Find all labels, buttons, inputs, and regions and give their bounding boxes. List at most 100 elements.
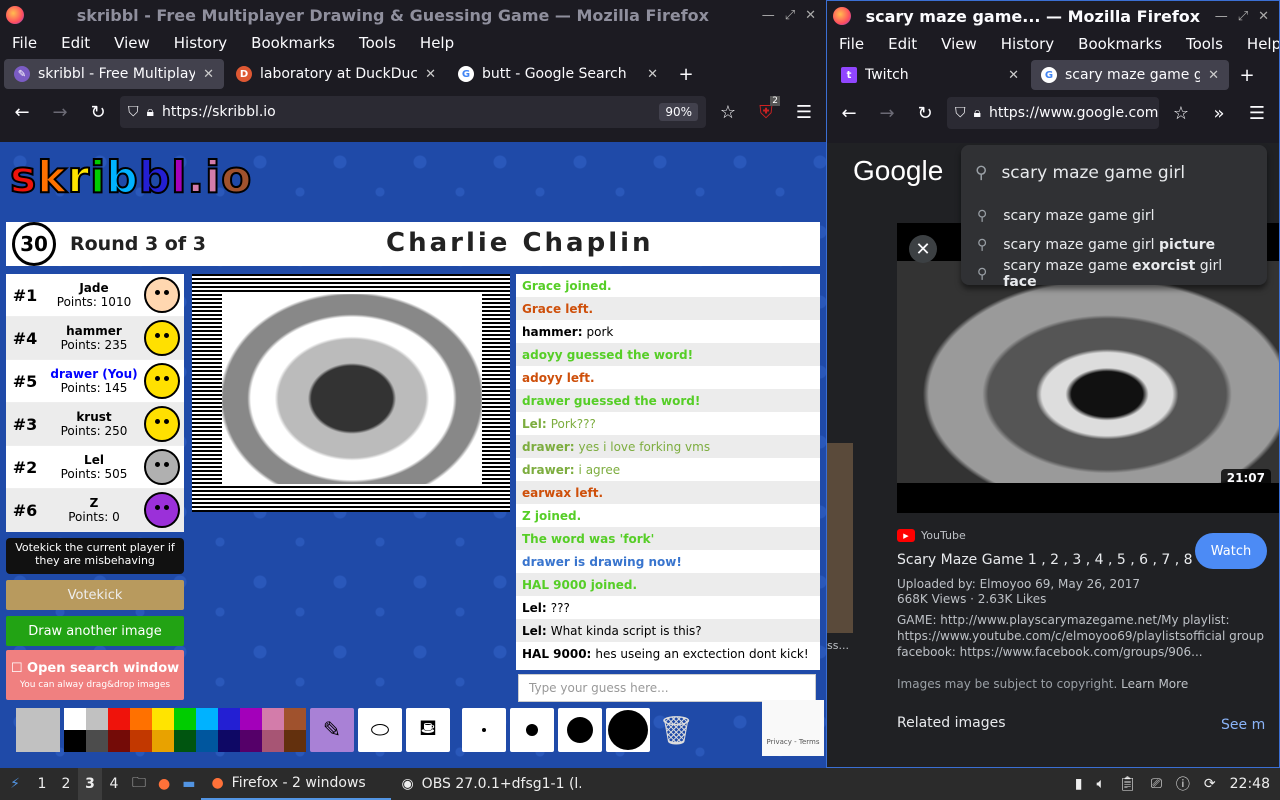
trash-icon[interactable]: 🗑︎ [654, 708, 698, 752]
draw-another-image-button[interactable]: Draw another image [6, 616, 184, 646]
network-icon[interactable]: ⎚ [1151, 776, 1162, 792]
task-obs[interactable]: ◉ OBS 27.0.1+dfsg1-1 (l... [391, 768, 581, 800]
color-swatch[interactable] [152, 708, 174, 730]
color-swatch[interactable] [64, 730, 86, 752]
menu-file[interactable]: File [0, 34, 49, 52]
update-icon[interactable]: ⟳ [1204, 776, 1216, 792]
close-tab-icon[interactable]: ✕ [1008, 68, 1019, 83]
menu-help[interactable]: Help [1235, 35, 1279, 53]
new-tab-icon[interactable]: + [670, 58, 702, 90]
google-logo[interactable]: Google [853, 155, 943, 187]
close-tab-icon[interactable]: ✕ [203, 67, 214, 82]
open-search-window-button[interactable]: ☐ Open search window You can alway drag&… [6, 650, 184, 700]
ublock-icon[interactable]: ⛨ 2 [750, 96, 782, 128]
suggestion-3[interactable]: ⚲ scary maze game exorcist girl face [961, 258, 1267, 290]
color-swatch[interactable] [196, 730, 218, 752]
learn-more-link[interactable]: Learn More [1121, 677, 1188, 691]
color-swatch[interactable] [108, 708, 130, 730]
shield-icon[interactable]: ⛉ [955, 105, 966, 121]
minimize-icon[interactable]: — [1215, 9, 1228, 24]
color-swatch[interactable] [284, 730, 306, 752]
player-row[interactable]: #3 krust Points: 250 [6, 403, 184, 446]
player-row[interactable]: #6 Z Points: 0 [6, 489, 184, 532]
maximize-icon[interactable]: ⤢ [785, 8, 795, 23]
see-more-link[interactable]: See m [1221, 717, 1265, 733]
tab-google-scary[interactable]: G scary maze game girl ✕ [1031, 60, 1229, 90]
battery-icon[interactable]: ▮ [1075, 776, 1083, 792]
menu-tools[interactable]: Tools [1174, 35, 1235, 53]
file-manager-launcher-icon[interactable]: 🗀 [126, 768, 152, 800]
close-tab-icon[interactable]: ✕ [1208, 68, 1219, 83]
color-swatch[interactable] [218, 730, 240, 752]
overflow-chevron-icon[interactable]: » [1203, 97, 1235, 129]
fill-bucket-tool-icon[interactable]: ⛾ [406, 708, 450, 752]
folder-launcher-icon[interactable]: ▬ [176, 768, 201, 800]
menu-icon[interactable]: ☰ [1241, 97, 1273, 129]
right-url-bar[interactable]: ⛉ 🔒︎ https://www.google.com [947, 97, 1159, 129]
menu-help[interactable]: Help [408, 34, 466, 52]
zoom-level[interactable]: 90% [659, 103, 698, 121]
lock-icon[interactable]: 🔒︎ [974, 105, 981, 121]
new-tab-icon[interactable]: + [1231, 59, 1263, 91]
menu-bookmarks[interactable]: Bookmarks [239, 34, 347, 52]
recaptcha-badge[interactable]: Privacy - Terms [762, 700, 824, 756]
color-swatch[interactable] [240, 708, 262, 730]
workspace-3[interactable]: 3 [78, 768, 102, 800]
left-titlebar[interactable]: skribbl - Free Multiplayer Drawing & Gue… [0, 0, 826, 30]
firefox-launcher-icon[interactable]: ● [152, 768, 176, 800]
color-swatch[interactable] [196, 708, 218, 730]
tab-skribbl[interactable]: ✎ skribbl - Free Multiplayer ✕ [4, 59, 224, 89]
minimize-icon[interactable]: — [762, 8, 775, 23]
brush-size-large[interactable] [558, 708, 602, 752]
votekick-button[interactable]: Votekick [6, 580, 184, 610]
player-row[interactable]: #5 drawer (You) Points: 145 [6, 360, 184, 403]
close-icon[interactable]: ✕ [1258, 9, 1269, 24]
eraser-tool-icon[interactable]: ⬭ [358, 708, 402, 752]
clipboard-icon[interactable]: 📋︎ [1119, 776, 1137, 792]
color-swatch[interactable] [130, 708, 152, 730]
bookmark-star-icon[interactable]: ☆ [1165, 97, 1197, 129]
watch-button[interactable]: Watch [1195, 533, 1267, 569]
color-swatch[interactable] [174, 708, 196, 730]
color-swatch[interactable] [174, 730, 196, 752]
guess-input[interactable]: Type your guess here... [518, 674, 816, 702]
color-swatch[interactable] [240, 730, 262, 752]
forward-icon[interactable]: → [871, 97, 903, 129]
lock-icon[interactable]: 🔒︎ [147, 104, 154, 120]
start-menu-icon[interactable]: ⚡ [0, 768, 30, 800]
search-input[interactable]: ⚲ scary maze game girl [961, 145, 1267, 201]
workspace-4[interactable]: 4 [102, 768, 126, 800]
drawing-canvas[interactable] [192, 274, 510, 512]
suggestion-2[interactable]: ⚲ scary maze game girl picture [961, 230, 1267, 259]
reload-icon[interactable]: ↻ [82, 96, 114, 128]
close-tab-icon[interactable]: ✕ [425, 67, 436, 82]
brush-size-small[interactable] [462, 708, 506, 752]
menu-file[interactable]: File [827, 35, 876, 53]
color-swatch[interactable] [86, 730, 108, 752]
menu-history[interactable]: History [162, 34, 239, 52]
pencil-tool-icon[interactable]: ✎ [310, 708, 354, 752]
menu-icon[interactable]: ☰ [788, 96, 820, 128]
color-swatch[interactable] [262, 708, 284, 730]
color-swatch[interactable] [64, 708, 86, 730]
shield-icon[interactable]: ⛉ [128, 104, 139, 120]
color-swatch[interactable] [152, 730, 174, 752]
player-row[interactable]: #1 Jade Points: 1010 [6, 274, 184, 317]
chat-log[interactable]: Grace joined. Grace left. hammer: pork adoyy… [516, 274, 820, 670]
color-swatch[interactable] [86, 708, 108, 730]
tab-duckduckgo[interactable]: D laboratory at DuckDuckG ✕ [226, 59, 446, 89]
color-swatch[interactable] [108, 730, 130, 752]
brush-size-medium[interactable] [510, 708, 554, 752]
side-thumbnail[interactable] [827, 443, 853, 633]
brush-size-xlarge[interactable] [606, 708, 650, 752]
menu-edit[interactable]: Edit [876, 35, 929, 53]
reload-icon[interactable]: ↻ [909, 97, 941, 129]
menu-view[interactable]: View [929, 35, 989, 53]
menu-edit[interactable]: Edit [49, 34, 102, 52]
close-tab-icon[interactable]: ✕ [647, 67, 658, 82]
menu-bookmarks[interactable]: Bookmarks [1066, 35, 1174, 53]
color-swatch[interactable] [218, 708, 240, 730]
forward-icon[interactable]: → [44, 96, 76, 128]
menu-view[interactable]: View [102, 34, 162, 52]
left-url-bar[interactable]: ⛉ 🔒︎ https://skribbl.io 90% [120, 96, 706, 128]
